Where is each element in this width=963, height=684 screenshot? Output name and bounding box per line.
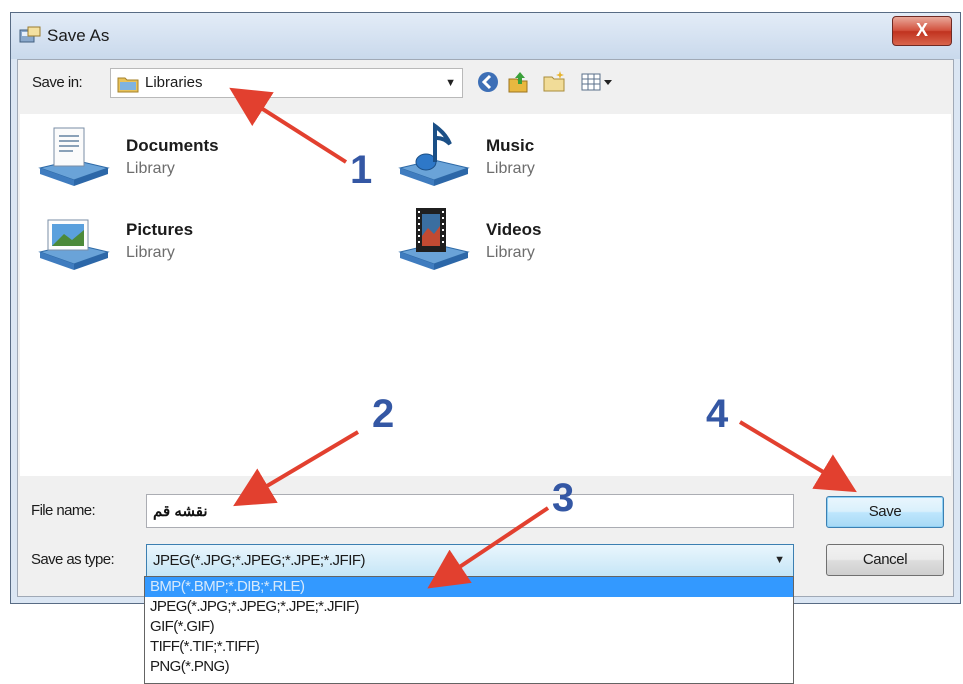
dropdown-option-tiff[interactable]: TIFF(*.TIF;*.TIFF) <box>145 637 793 657</box>
chevron-down-icon: ▼ <box>445 77 456 89</box>
dropdown-option-bmp[interactable]: BMP(*.BMP;*.DIB;*.RLE) <box>145 577 793 597</box>
cancel-button[interactable]: Cancel <box>826 544 944 576</box>
library-name: Music <box>486 136 535 155</box>
pictures-library-icon <box>38 219 110 270</box>
library-name: Pictures <box>126 220 194 239</box>
new-folder-icon[interactable] <box>542 70 566 94</box>
save-as-type-dropdown[interactable]: BMP(*.BMP;*.DIB;*.RLE) JPEG(*.JPG;*.JPEG… <box>144 576 794 684</box>
dropdown-option-png[interactable]: PNG(*.PNG) <box>145 657 793 677</box>
dropdown-option-gif[interactable]: GIF(*.GIF) <box>145 617 793 637</box>
annotation-number-3: 3 <box>552 476 575 520</box>
library-type: Library <box>126 160 175 177</box>
library-type: Library <box>486 160 535 177</box>
save-as-type-label: Save as type: <box>31 551 115 568</box>
save-as-type-value: JPEG(*.JPG;*.JPEG;*.JPE;*.JFIF) <box>153 552 366 569</box>
library-item-pictures[interactable]: Pictures Library <box>34 206 334 286</box>
back-icon[interactable] <box>476 70 500 94</box>
up-folder-icon[interactable] <box>506 70 530 94</box>
save-in-label: Save in: <box>32 74 83 91</box>
library-name: Videos <box>486 220 542 239</box>
save-as-window-icon <box>19 26 41 43</box>
save-in-value: Libraries <box>145 74 203 91</box>
file-name-label: File name: <box>31 502 96 519</box>
videos-library-icon <box>398 208 470 270</box>
file-name-input[interactable]: نقشه قم <box>146 494 794 528</box>
annotation-number-1: 1 <box>350 148 373 192</box>
save-in-row: Save in: Libraries ▼ <box>18 60 953 110</box>
dropdown-option-jpeg[interactable]: JPEG(*.JPG;*.JPEG;*.JPE;*.JFIF) <box>145 597 793 617</box>
library-type: Library <box>126 244 175 261</box>
library-name: Documents <box>126 136 219 155</box>
save-as-dialog: Save As X Save in: Libraries ▼ Documents… <box>10 12 961 604</box>
title-bar[interactable]: Save As X <box>11 13 960 59</box>
save-button[interactable]: Save <box>826 496 944 528</box>
annotation-number-4: 4 <box>706 392 729 436</box>
file-name-value: نقشه قم <box>153 503 208 520</box>
dialog-client-area: Save in: Libraries ▼ Documents Library M… <box>17 59 954 597</box>
chevron-down-icon: ▼ <box>774 554 785 566</box>
close-button[interactable]: X <box>892 16 952 46</box>
documents-library-icon <box>38 127 110 186</box>
music-library-icon <box>398 122 470 186</box>
save-in-combo[interactable]: Libraries ▼ <box>110 68 463 98</box>
file-list[interactable]: Documents Library Music Library Pictures… <box>20 114 951 476</box>
library-folder-icon <box>117 77 139 93</box>
library-item-music[interactable]: Music Library <box>394 122 694 202</box>
annotation-number-2: 2 <box>372 392 395 436</box>
view-menu-icon[interactable] <box>580 70 614 94</box>
library-type: Library <box>486 244 535 261</box>
save-as-type-select[interactable]: JPEG(*.JPG;*.JPEG;*.JPE;*.JFIF) ▼ <box>146 544 794 578</box>
window-title: Save As <box>47 26 110 45</box>
library-item-videos[interactable]: Videos Library <box>394 206 694 286</box>
library-item-documents[interactable]: Documents Library <box>34 122 334 202</box>
